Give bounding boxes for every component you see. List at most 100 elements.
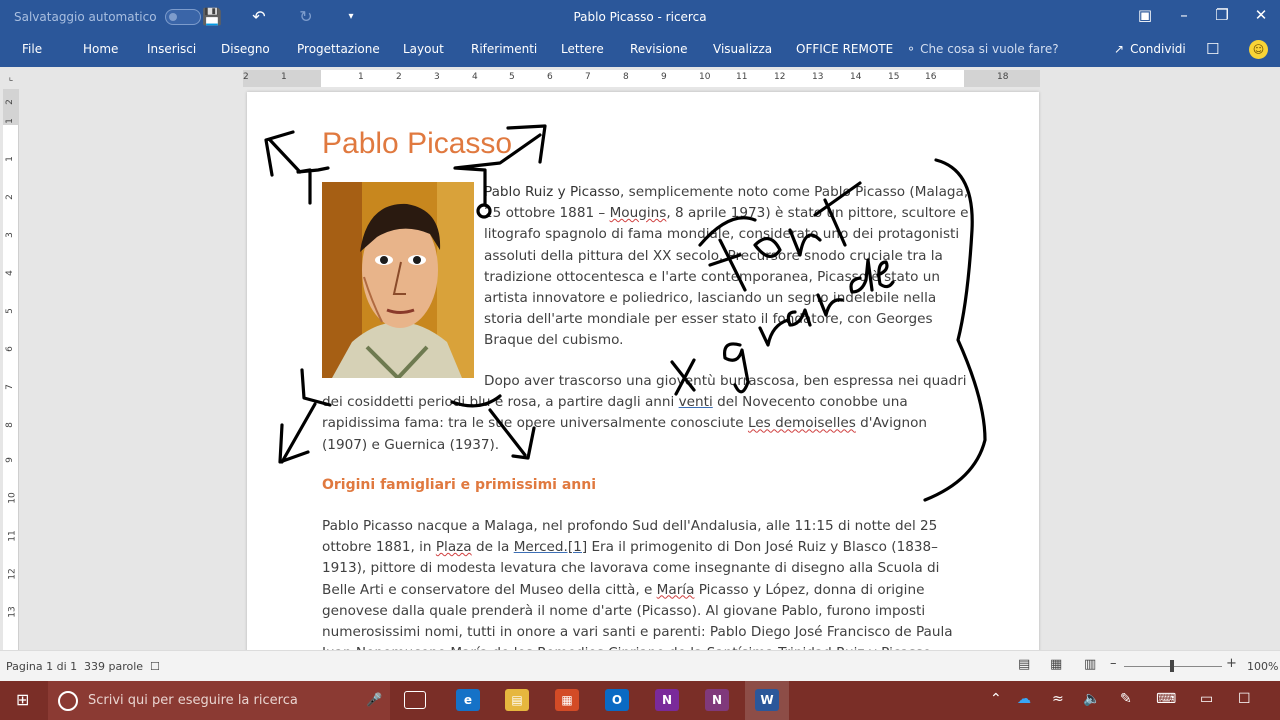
ruler-number: 14	[850, 72, 862, 82]
spellcheck-word: María	[656, 581, 695, 598]
customize-toolbar-icon[interactable]: ▾	[340, 11, 362, 22]
ribbon-tabs: File Home Inserisci Disegno Progettazion…	[0, 34, 1280, 67]
horizontal-ruler[interactable]: 2 1 1 2 3 4 5 6 7 8 9 10 11 12 13 14 15 …	[243, 70, 1040, 87]
spellcheck-word: Plaza	[435, 539, 472, 556]
ruler-number: 9	[661, 72, 667, 82]
onedrive-icon[interactable]: ☁	[1017, 691, 1031, 707]
intro-text-b: , 8 aprile 1973) è stato un pittore, scu…	[484, 205, 969, 349]
search-placeholder: Scrivi qui per eseguire la ricerca	[88, 693, 298, 708]
tab-revisione[interactable]: Revisione	[630, 42, 688, 56]
windows-taskbar: ⊞ Scrivi qui per eseguire la ricerca 🎤 e…	[0, 681, 1280, 720]
spellcheck-word: Les demoiselles	[747, 415, 856, 432]
store-icon[interactable]: ▦	[555, 689, 579, 711]
ruler-number: 2	[396, 72, 402, 82]
ruler-number: 7	[4, 384, 15, 390]
ruler-number: 11	[7, 530, 18, 542]
ruler-number: 10	[7, 492, 18, 504]
wifi-icon[interactable]: ≈	[1052, 691, 1064, 707]
redo-icon[interactable]: ↻	[295, 7, 317, 26]
proofing-icon[interactable]: ☐	[150, 660, 160, 673]
vertical-ruler[interactable]: 2 1 1 2 3 4 5 6 7 8 9 10 11 12 13	[3, 89, 19, 650]
onenote-2016-icon[interactable]: N	[705, 689, 729, 711]
task-view-icon[interactable]	[404, 691, 426, 709]
restore-icon[interactable]: ❐	[1210, 6, 1234, 24]
zoom-slider-thumb[interactable]	[1170, 660, 1174, 672]
close-icon[interactable]: ✕	[1249, 6, 1273, 24]
ruler-number: 1	[4, 118, 15, 124]
read-mode-icon[interactable]: ▤	[1018, 657, 1030, 672]
status-bar: Pagina 1 di 1 339 parole ☐ ▤ ▦ ▥ – + 100…	[0, 650, 1280, 681]
undo-icon[interactable]: ↶	[248, 7, 270, 26]
ruler-number: 12	[774, 72, 786, 82]
ruler-number: 7	[585, 72, 591, 82]
tab-disegno[interactable]: Disegno	[221, 42, 270, 56]
ruler-number: 3	[434, 72, 440, 82]
ruler-number: 9	[4, 457, 15, 463]
zoom-out-icon[interactable]: –	[1110, 656, 1117, 671]
ruler-number: 11	[736, 72, 748, 82]
ruler-number: 5	[509, 72, 515, 82]
ruler-number: 6	[4, 346, 15, 352]
picasso-portrait-image[interactable]	[322, 182, 474, 378]
ruler-number: 13	[7, 606, 18, 618]
web-layout-icon[interactable]: ▥	[1084, 657, 1096, 672]
share-label: Condividi	[1130, 42, 1186, 56]
tab-file[interactable]: File	[22, 42, 42, 56]
save-icon[interactable]: 💾	[201, 7, 223, 26]
ruler-number: 4	[4, 270, 15, 276]
taskbar-search[interactable]: Scrivi qui per eseguire la ricerca 🎤	[48, 681, 390, 720]
pen-icon[interactable]: ✎	[1120, 691, 1132, 707]
ruler-number: 2	[4, 194, 15, 200]
ruler-number: 4	[472, 72, 478, 82]
footnote-link[interactable]: Merced.[1]	[514, 539, 587, 555]
ruler-number: 1	[358, 72, 364, 82]
spellcheck-word: Mougins	[609, 205, 667, 222]
cortana-icon	[58, 690, 78, 711]
onenote-icon[interactable]: N	[655, 689, 679, 711]
action-center-icon[interactable]: ☐	[1238, 691, 1251, 707]
tab-layout[interactable]: Layout	[403, 42, 444, 56]
document-workspace: ⌞ 2 1 1 2 3 4 5 6 7 8 9 10 11 12 13 14 1…	[0, 67, 1280, 650]
comments-icon[interactable]: ☐	[1206, 40, 1219, 58]
tab-office-remote[interactable]: OFFICE REMOTE	[796, 42, 893, 56]
word-icon[interactable]: W	[755, 689, 779, 711]
paragraph-fame[interactable]: Dopo aver trascorso una gioventù burrasc…	[322, 371, 969, 456]
desktop-icon[interactable]: ▭	[1200, 691, 1213, 707]
file-explorer-icon[interactable]: ▤	[505, 689, 529, 711]
ruler-number: 2	[243, 72, 249, 82]
minimize-icon[interactable]: –	[1172, 6, 1196, 24]
tab-visualizza[interactable]: Visualizza	[713, 42, 772, 56]
ruler-number: 8	[4, 422, 15, 428]
tab-lettere[interactable]: Lettere	[561, 42, 604, 56]
outlook-icon[interactable]: O	[605, 689, 629, 711]
ruler-number: 12	[7, 568, 18, 580]
document-page[interactable]: Pablo Picasso Pablo Ruiz y Picasso, semp…	[247, 92, 1039, 650]
zoom-level[interactable]: 100%	[1247, 660, 1278, 673]
ribbon-display-icon[interactable]: ▣	[1133, 6, 1157, 24]
tab-progettazione[interactable]: Progettazione	[297, 42, 380, 56]
keyboard-icon[interactable]: ⌨	[1156, 691, 1176, 707]
paragraph-intro[interactable]: Pablo Ruiz y Picasso, semplicemente noto…	[484, 182, 969, 352]
volume-icon[interactable]: 🔈	[1083, 691, 1100, 707]
tab-riferimenti[interactable]: Riferimenti	[471, 42, 537, 56]
show-hidden-icons[interactable]: ⌃	[990, 691, 1002, 707]
autosave-toggle[interactable]	[164, 9, 201, 25]
autosave[interactable]: Salvataggio automatico	[14, 9, 201, 25]
edge-icon[interactable]: e	[456, 689, 480, 711]
section-heading: Origini famigliari e primissimi anni	[322, 477, 597, 493]
print-layout-icon[interactable]: ▦	[1050, 657, 1062, 672]
tell-me-search[interactable]: ⚬ Che cosa si vuole fare?	[906, 42, 1059, 56]
paragraph-origins[interactable]: Pablo Picasso nacque a Malaga, nel profo…	[322, 516, 969, 650]
microphone-icon[interactable]: 🎤	[366, 693, 382, 708]
tab-home[interactable]: Home	[83, 42, 118, 56]
tab-inserisci[interactable]: Inserisci	[147, 42, 196, 56]
ruler-number: 10	[699, 72, 711, 82]
page-count[interactable]: Pagina 1 di 1	[6, 660, 77, 673]
word-count[interactable]: 339 parole	[84, 660, 143, 673]
feedback-smiley-icon[interactable]: ☺	[1249, 40, 1268, 59]
share-button[interactable]: ↗ Condividi	[1114, 42, 1186, 56]
windows-start-icon[interactable]: ⊞	[16, 690, 29, 709]
zoom-in-icon[interactable]: +	[1226, 656, 1237, 671]
tab-selector-icon[interactable]: ⌞	[3, 70, 19, 86]
ruler-number: 13	[812, 72, 824, 82]
